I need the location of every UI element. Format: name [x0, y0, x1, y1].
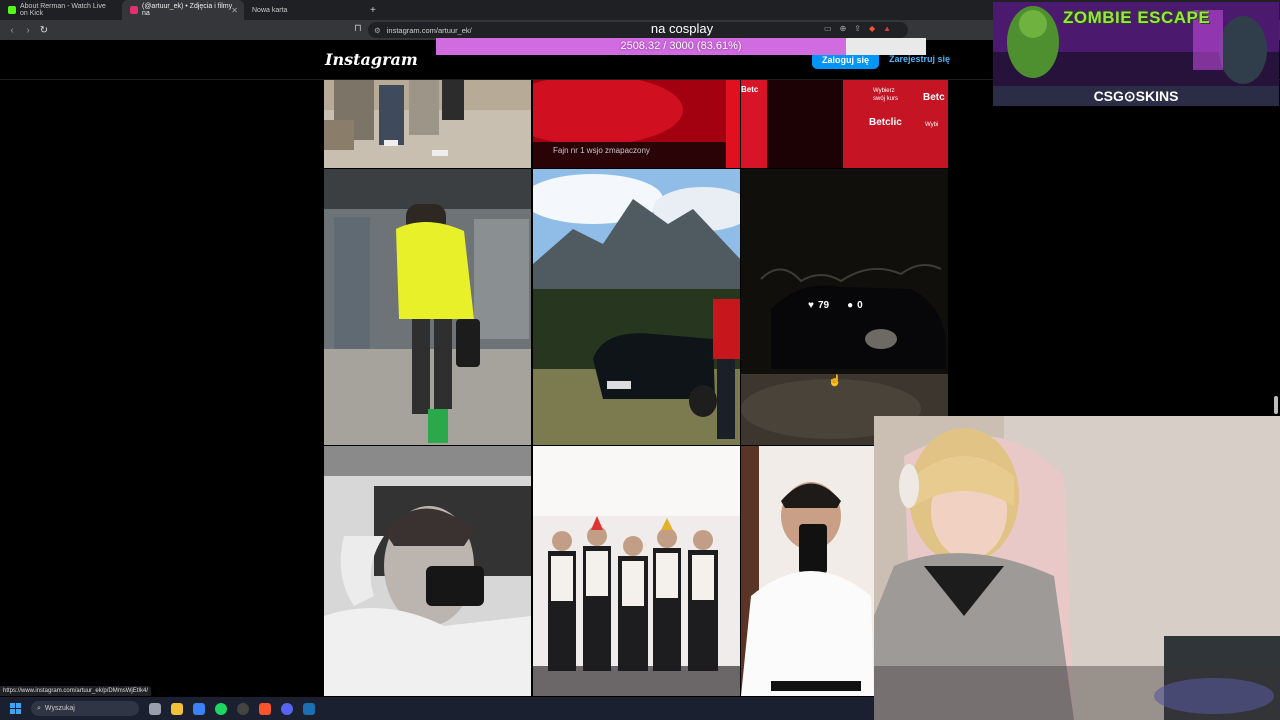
zoom-icon[interactable]: ⊕ — [840, 24, 847, 33]
windows-start-icon[interactable] — [10, 703, 21, 714]
post-group-party[interactable] — [533, 446, 740, 696]
heart-icon: ♥ — [808, 300, 814, 311]
page-scrollbar[interactable] — [1274, 396, 1278, 414]
sponsor-ad: ZOMBIE ESCAPE CSG⊙SKINS — [993, 2, 1279, 106]
goal-title: na cosplay — [650, 21, 714, 36]
post-yellow-hoodie[interactable] — [324, 169, 531, 445]
hand-cursor-icon: ☝ — [828, 375, 842, 387]
post-mirror-selfie[interactable] — [324, 446, 531, 696]
tab-title: About Rerman - Watch Live on Kick — [20, 3, 106, 17]
comments-count: 0 — [857, 300, 863, 311]
signup-link[interactable]: Zarejestruj się — [889, 54, 950, 64]
screen: About Rerman - Watch Live on Kick (@artu… — [0, 0, 1280, 720]
post-group-sitting[interactable] — [324, 80, 531, 168]
ad-brand: CSG⊙SKINS — [1093, 88, 1179, 104]
post-red-betclic-2[interactable]: Betc Wybierz swój kurs Betc Betclic Wybi — [741, 80, 948, 168]
instagram-logo[interactable]: Instagram — [325, 50, 418, 69]
likes-count-group: ♥ 79 — [808, 300, 829, 311]
obs-icon[interactable] — [237, 702, 249, 715]
task-view-icon[interactable] — [149, 702, 161, 715]
rewards-icon[interactable]: ▲ — [883, 24, 891, 33]
site-info-icon[interactable]: ⚙ — [374, 26, 381, 35]
post-mountains-car[interactable] — [533, 169, 740, 445]
svg-text:swój kurs: swój kurs — [873, 96, 898, 102]
file-explorer-icon[interactable] — [171, 702, 183, 715]
url-text: instagram.com/artuur_ek/ — [386, 25, 472, 35]
tab-title: (@artuur_ek) • Zdjęcia i filmy na — [142, 3, 233, 17]
likes-count: 79 — [817, 300, 830, 311]
tab-new[interactable]: Nowa karta — [244, 0, 364, 20]
share-icon[interactable]: ⇪ — [854, 24, 861, 33]
svg-text:Betclic: Betclic — [869, 117, 902, 128]
svg-text:Betc: Betc — [741, 85, 759, 94]
svg-text:Wybi: Wybi — [925, 122, 938, 128]
taskbar-search[interactable]: ⌕ Wyszukaj — [31, 701, 139, 716]
store-icon[interactable] — [193, 702, 205, 715]
spotify-icon[interactable] — [215, 702, 227, 715]
reload-icon[interactable]: ↻ — [36, 25, 52, 36]
discord-icon[interactable] — [281, 702, 293, 715]
forward-icon[interactable]: › — [20, 25, 36, 36]
address-bar-icons: ▭ ⊕ ⇪ ◆ ▲ — [824, 24, 891, 33]
comment-bubble-icon: ● — [847, 300, 854, 311]
status-url: https://www.instagram.com/artuur_ek/p/DM… — [0, 686, 152, 696]
kick-favicon-icon — [8, 6, 16, 14]
brave-shield-icon[interactable]: ◆ — [869, 24, 875, 33]
comments-count-group: ● 0 — [847, 300, 863, 311]
tab-title: Nowa karta — [252, 6, 288, 14]
ad-title: ZOMBIE ESCAPE — [1063, 8, 1211, 27]
back-icon[interactable]: ‹ — [4, 25, 20, 36]
tab-kick[interactable]: About Rerman - Watch Live on Kick — [0, 0, 122, 20]
search-icon: ⌕ — [37, 704, 41, 712]
cast-icon[interactable]: ▭ — [824, 24, 832, 33]
steam-icon[interactable] — [303, 702, 315, 715]
svg-text:Wybierz: Wybierz — [873, 88, 895, 94]
brave-icon[interactable] — [259, 702, 271, 715]
taskbar: ⌕ Wyszukaj — [0, 697, 874, 720]
post-red-betclic-1[interactable]: Fajn nr 1 wsjo zmapaczony — [533, 80, 740, 168]
goal-progress-bar: 2508.32 / 3000 (83.61%) — [436, 38, 926, 55]
goal-progress-label: 2508.32 / 3000 (83.61%) — [620, 40, 742, 52]
webcam-feed — [874, 416, 1280, 720]
svg-text:Betc: Betc — [923, 92, 945, 103]
svg-text:Fajn nr 1 wsjo zmapaczony: Fajn nr 1 wsjo zmapaczony — [553, 146, 650, 155]
tab-instagram[interactable]: (@artuur_ek) • Zdjęcia i filmy na ✕ — [122, 0, 244, 20]
close-tab-icon[interactable]: ✕ — [231, 6, 238, 15]
new-tab-button[interactable]: + — [370, 5, 376, 16]
instagram-favicon-icon — [130, 6, 138, 14]
bookmark-icon[interactable]: ⊓ — [354, 23, 362, 34]
post-hover-stats: ♥ 79 ● 0 — [808, 300, 863, 311]
search-placeholder: Wyszukaj — [44, 705, 75, 712]
post-phone-selfie[interactable] — [741, 446, 874, 696]
